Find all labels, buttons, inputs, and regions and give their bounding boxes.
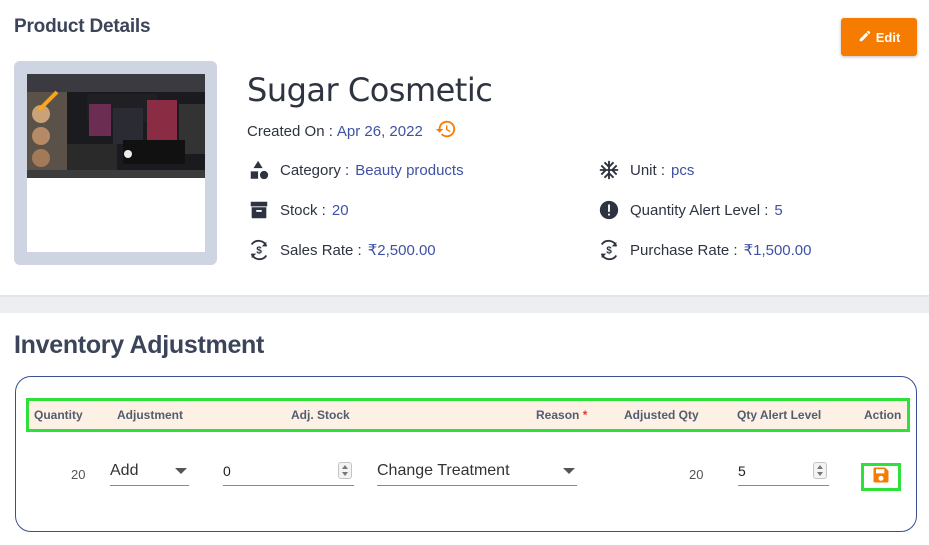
unit-label: Unit : — [630, 161, 666, 179]
created-on: Created On : Apr 26, 2022 — [247, 118, 457, 144]
product-name: Sugar Cosmetic — [247, 71, 493, 109]
stock-row: Stock : 20 — [248, 199, 349, 221]
stock-value: 20 — [331, 201, 349, 219]
chevron-down-icon — [563, 468, 575, 474]
save-icon — [871, 465, 891, 490]
qty-alert-value: 5 — [738, 462, 746, 479]
sales-label: Sales Rate : — [280, 241, 362, 259]
chevron-down-icon — [175, 468, 187, 474]
stepper-icon[interactable] — [813, 462, 827, 479]
header-adjustment: Adjustment — [117, 408, 183, 422]
sales-rate-row: $ Sales Rate : ₹2,500.00 — [248, 239, 436, 261]
adj-stock-value: 0 — [223, 462, 231, 479]
store-photo — [27, 74, 205, 178]
category-label: Category : — [280, 161, 350, 179]
unit-value: pcs — [671, 161, 695, 179]
currency-exchange-icon: $ — [248, 239, 270, 261]
qty-alert-input[interactable]: 5 — [738, 456, 829, 486]
created-label: Created On : — [247, 122, 333, 140]
reason-select-value: Change Treatment — [377, 461, 510, 479]
product-image — [27, 74, 205, 252]
shapes-icon — [248, 159, 270, 181]
created-value: Apr 26, 2022 — [336, 122, 423, 140]
edit-button[interactable]: Edit — [841, 18, 917, 56]
header-qty-alert: Qty Alert Level — [737, 408, 822, 422]
table-header: Quantity Adjustment Adj. Stock Reason * … — [26, 398, 910, 432]
svg-text:$: $ — [256, 246, 262, 257]
inventory-table: Quantity Adjustment Adj. Stock Reason * … — [15, 376, 917, 532]
required-marker: * — [582, 408, 588, 422]
archive-icon — [248, 199, 270, 221]
row-quantity: 20 — [71, 467, 86, 482]
row-adjusted-qty: 20 — [689, 467, 704, 482]
purchase-rate-row: $ Purchase Rate : ₹1,500.00 — [598, 239, 812, 261]
adjustment-select-value: Add — [110, 461, 139, 479]
svg-text:$: $ — [606, 246, 612, 257]
category-row: Category : Beauty products — [248, 159, 464, 181]
alert-label: Quantity Alert Level : — [630, 201, 769, 219]
history-icon[interactable] — [427, 118, 457, 144]
unit-row: Unit : pcs — [598, 159, 694, 181]
header-adjusted-qty: Adjusted Qty — [624, 408, 699, 422]
header-quantity: Quantity — [34, 408, 83, 422]
currency-exchange-icon: $ — [598, 239, 620, 261]
adjustment-select[interactable]: Add — [110, 456, 189, 486]
inventory-title: Inventory Adjustment — [14, 331, 265, 359]
product-image-frame — [14, 61, 217, 265]
header-adj-stock: Adj. Stock — [291, 408, 350, 422]
purchase-value: ₹1,500.00 — [743, 242, 812, 259]
edit-button-label: Edit — [875, 29, 901, 45]
reason-select[interactable]: Change Treatment — [377, 456, 577, 486]
header-reason: Reason * — [536, 408, 587, 422]
adj-stock-input[interactable]: 0 — [223, 456, 354, 486]
save-button[interactable] — [861, 463, 901, 491]
pencil-icon — [858, 29, 872, 46]
section-title: Product Details — [14, 16, 151, 37]
header-action: Action — [864, 408, 902, 422]
alert-level-row: Quantity Alert Level : 5 — [598, 199, 783, 221]
stock-label: Stock : — [280, 201, 326, 219]
category-value: Beauty products — [355, 161, 464, 179]
stepper-icon[interactable] — [338, 462, 352, 479]
snowflake-icon — [598, 159, 620, 181]
alert-circle-icon — [598, 199, 620, 221]
product-details-card: Product Details Edit Sugar Cosmetic Crea… — [0, 0, 929, 297]
inventory-adjustment-card: Inventory Adjustment Quantity Adjustment… — [0, 313, 929, 545]
alert-value: 5 — [774, 201, 783, 219]
sales-value: ₹2,500.00 — [367, 242, 436, 259]
purchase-label: Purchase Rate : — [630, 241, 738, 259]
header-reason-label: Reason — [536, 408, 580, 422]
